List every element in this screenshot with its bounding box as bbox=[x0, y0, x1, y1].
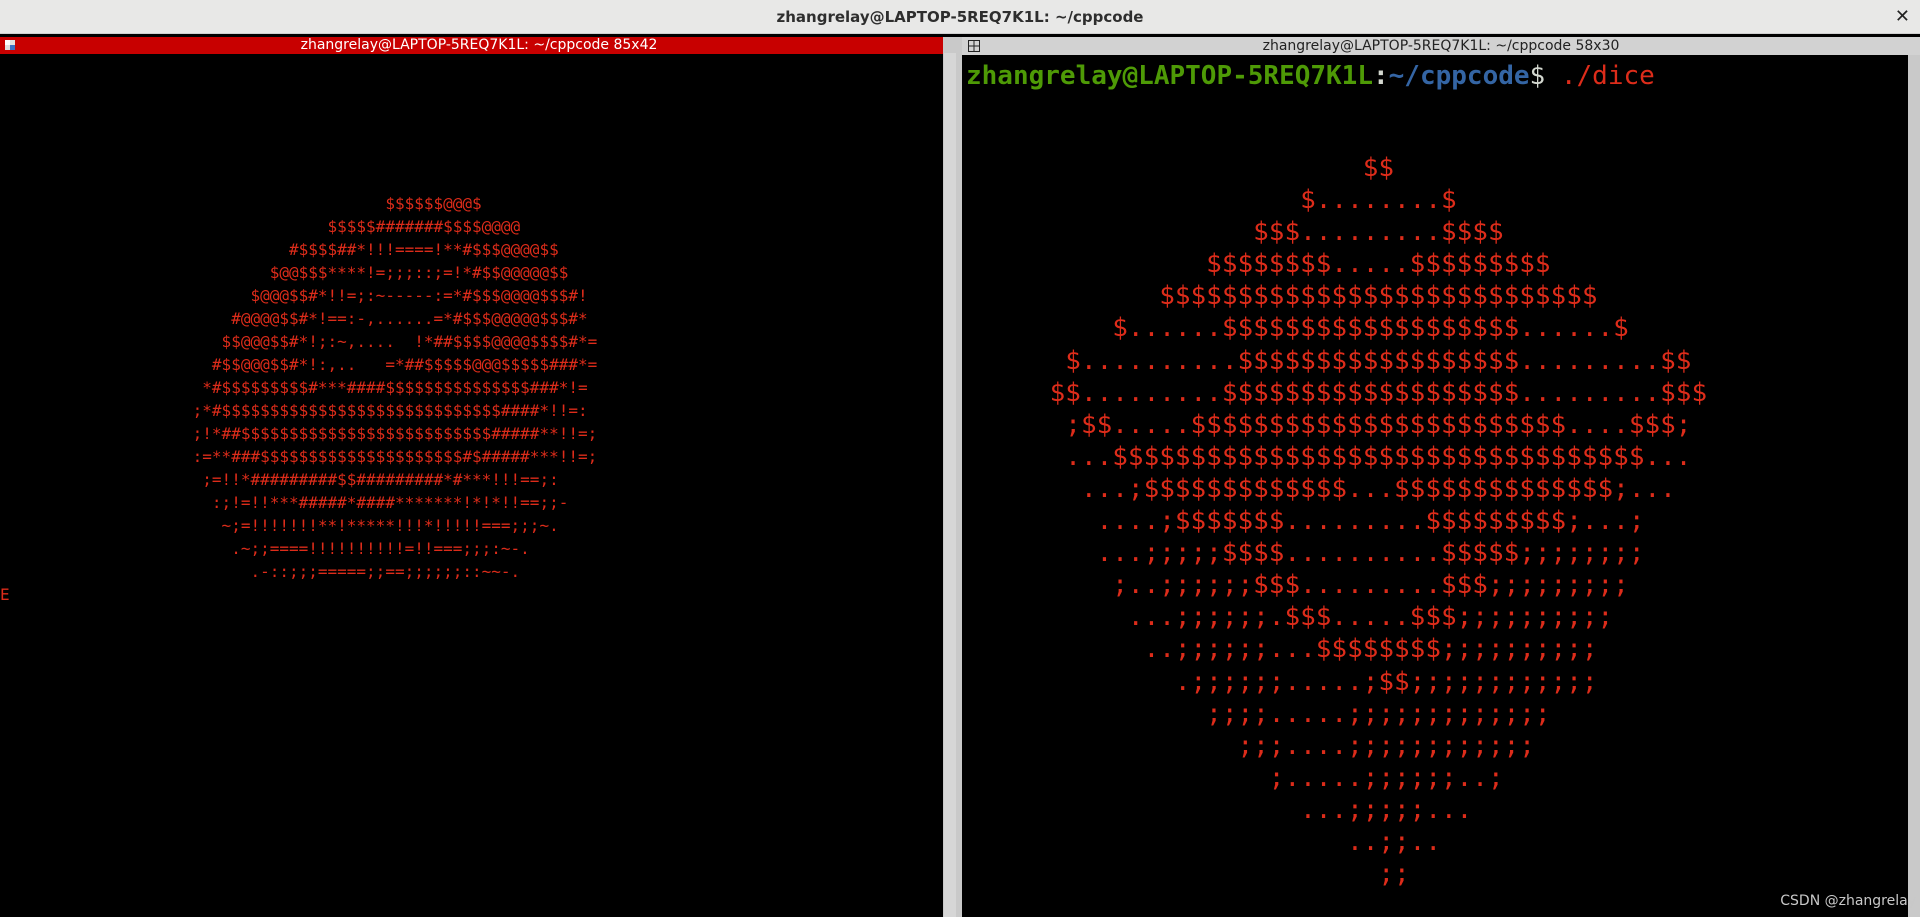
watermark: CSDN @zhangrelay bbox=[1780, 893, 1916, 909]
prompt-path: ~/cppcode bbox=[1388, 61, 1530, 91]
close-icon[interactable]: ✕ bbox=[1895, 0, 1910, 34]
terminal-pane-right[interactable]: zhangrelay@LAPTOP-5REQ7K1L: ~/cppcode 58… bbox=[962, 37, 1920, 917]
terminal-output-right[interactable]: zhangrelay@LAPTOP-5REQ7K1L:~/cppcode$ ./… bbox=[964, 55, 1904, 917]
terminal-pane-left[interactable]: zhangrelay@LAPTOP-5REQ7K1L: ~/cppcode 85… bbox=[0, 37, 958, 917]
prompt-colon: : bbox=[1373, 61, 1389, 91]
scrollbar-right[interactable] bbox=[1908, 55, 1920, 917]
pane-titlebar-left[interactable]: zhangrelay@LAPTOP-5REQ7K1L: ~/cppcode 85… bbox=[0, 37, 958, 54]
prompt-user-host: zhangrelay@LAPTOP-5REQ7K1L bbox=[966, 61, 1373, 91]
window-titlebar[interactable]: zhangrelay@LAPTOP-5REQ7K1L: ~/cppcode ✕ bbox=[0, 0, 1920, 34]
pane-titlebar-right[interactable]: zhangrelay@LAPTOP-5REQ7K1L: ~/cppcode 58… bbox=[962, 37, 1920, 55]
scrollbar-left[interactable] bbox=[944, 53, 956, 917]
terminal-output-left[interactable]: $$$$$$@@@$ $$$$$#######$$$$@@@@ #$$$$##*… bbox=[0, 54, 942, 914]
window-title: zhangrelay@LAPTOP-5REQ7K1L: ~/cppcode bbox=[776, 8, 1144, 26]
terminal-window: zhangrelay@LAPTOP-5REQ7K1L: ~/cppcode ✕ … bbox=[0, 0, 1920, 917]
prompt-command: ./dice bbox=[1545, 61, 1655, 91]
ascii-art-left: $$$$$$@@@$ $$$$$#######$$$$@@@@ #$$$$##*… bbox=[0, 194, 598, 604]
pane-divider[interactable] bbox=[943, 37, 963, 917]
prompt-dollar: $ bbox=[1529, 61, 1546, 91]
ascii-art-right: $$ $........$ $$$.........$$$$ $$$$$$$$.… bbox=[1049, 153, 1708, 890]
shell-prompt: zhangrelay@LAPTOP-5REQ7K1L:~/cppcode$ ./… bbox=[966, 60, 1655, 92]
pane-title-right: zhangrelay@LAPTOP-5REQ7K1L: ~/cppcode 58… bbox=[1262, 38, 1620, 54]
pane-title-left: zhangrelay@LAPTOP-5REQ7K1L: ~/cppcode 85… bbox=[300, 37, 658, 53]
